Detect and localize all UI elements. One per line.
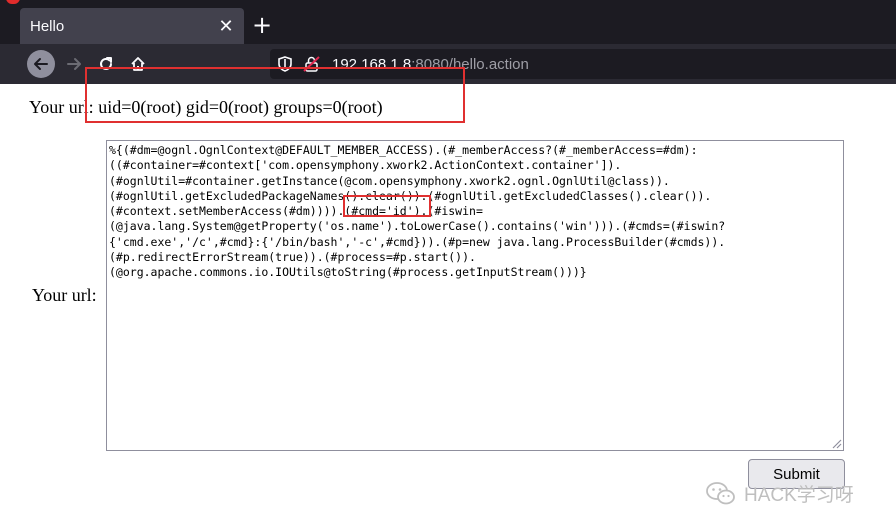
your-url-label: Your url: — [32, 285, 97, 305]
back-button[interactable] — [27, 50, 55, 78]
highlight-box-result — [85, 67, 465, 123]
window-close-dot[interactable] — [6, 0, 20, 4]
tab-title: Hello — [30, 17, 65, 35]
resize-grip-icon[interactable] — [830, 437, 842, 449]
tab-strip: Hello ✕ + — [0, 0, 896, 44]
highlight-box-cmd — [343, 195, 431, 217]
new-tab-button[interactable]: + — [250, 12, 274, 38]
back-arrow-icon — [34, 58, 48, 70]
tab-close-icon[interactable]: ✕ — [214, 16, 238, 37]
forward-arrow-icon — [67, 58, 81, 70]
watermark-text: HACK学习呀 — [744, 485, 854, 506]
watermark: HACK学习呀 — [706, 480, 854, 507]
your-url-label-top: Your url: — [29, 97, 94, 117]
forward-button[interactable] — [60, 50, 88, 78]
wechat-icon — [706, 481, 735, 504]
url-textarea[interactable]: %{(#dm=@ognl.OgnlContext@DEFAULT_MEMBER_… — [106, 140, 844, 451]
tab-hello[interactable]: Hello ✕ — [20, 8, 244, 44]
